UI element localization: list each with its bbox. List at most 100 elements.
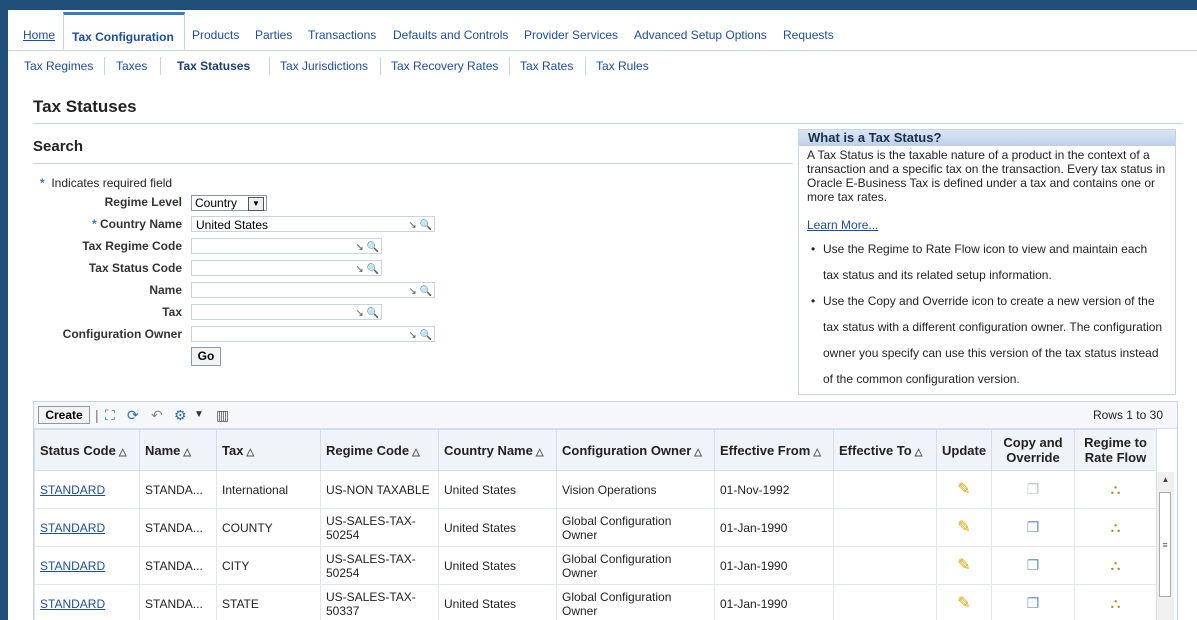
subtab-tax-statuses[interactable]: Tax Statuses bbox=[177, 59, 250, 73]
tab-advanced-setup-options[interactable]: Advanced Setup Options bbox=[634, 14, 767, 50]
pencil-icon[interactable]: ✎ bbox=[957, 595, 970, 612]
col-effective-to[interactable]: Effective To △ bbox=[833, 429, 937, 471]
tab-transactions[interactable]: Transactions bbox=[308, 14, 376, 50]
flow-icon[interactable]: ⛬ bbox=[1111, 519, 1121, 535]
search-icon[interactable]: ↘ 🔍 bbox=[355, 306, 379, 322]
subtab-tax-jurisdictions[interactable]: Tax Jurisdictions bbox=[280, 59, 368, 73]
col-effective-from[interactable]: Effective From △ bbox=[714, 429, 834, 471]
col-status-code[interactable]: Status Code △ bbox=[34, 429, 140, 471]
search-icon[interactable]: ↘ 🔍 bbox=[408, 284, 432, 300]
results-table: Status Code △ Name △ Tax △ Regime Code △ Cou… bbox=[34, 429, 1157, 620]
col-regime-to-rate-flow: Regime to Rate Flow bbox=[1074, 429, 1157, 471]
search-icon[interactable]: ↘ 🔍 bbox=[408, 328, 432, 344]
tax-cell: COUNTY bbox=[216, 508, 321, 547]
learn-more-link[interactable]: Learn More... bbox=[807, 218, 878, 232]
country-cell: United States bbox=[438, 508, 557, 547]
tab-home[interactable]: Home bbox=[23, 14, 55, 50]
tab-tax-configuration[interactable]: Tax Configuration bbox=[63, 12, 185, 50]
subtab-tax-rules[interactable]: Tax Rules bbox=[596, 59, 649, 73]
col-name[interactable]: Name △ bbox=[139, 429, 217, 471]
tab-defaults-and-controls[interactable]: Defaults and Controls bbox=[393, 14, 508, 50]
status-code-link[interactable]: STANDARD bbox=[40, 597, 105, 611]
tab-products[interactable]: Products bbox=[192, 14, 239, 50]
sort-ascending-icon[interactable]: △ bbox=[183, 447, 191, 458]
status-code-link[interactable]: STANDARD bbox=[40, 483, 105, 497]
required-note-text: Indicates required field bbox=[51, 176, 173, 190]
results-table-region: Create | ⛶ ⟳ ↶ ⚙ ▼ ▥ Rows 1 to 30 Status… bbox=[33, 401, 1178, 620]
tab-requests[interactable]: Requests bbox=[783, 14, 834, 50]
sort-ascending-icon[interactable]: △ bbox=[412, 447, 420, 458]
chevron-down-icon[interactable]: ▼ bbox=[248, 197, 264, 211]
col-tax[interactable]: Tax △ bbox=[216, 429, 321, 471]
col-regime-code[interactable]: Regime Code △ bbox=[320, 429, 439, 471]
search-divider bbox=[33, 163, 793, 164]
table-row: STANDARD STANDA... STATE US-SALES-TAX-50… bbox=[34, 584, 1157, 620]
tax-status-code-field[interactable]: ↘ 🔍 bbox=[191, 260, 382, 276]
status-code-link[interactable]: STANDARD bbox=[40, 559, 105, 573]
sort-ascending-icon[interactable]: △ bbox=[536, 447, 544, 458]
subtab-taxes[interactable]: Taxes bbox=[116, 59, 147, 73]
copy-icon[interactable]: ❐ bbox=[1027, 557, 1040, 573]
detach-icon[interactable]: ⛶ bbox=[105, 407, 115, 423]
configuration-owner-label: Configuration Owner bbox=[62, 327, 182, 341]
undo-icon[interactable]: ↶ bbox=[151, 407, 163, 423]
tab-parties[interactable]: Parties bbox=[255, 14, 292, 50]
tax-regime-code-label: Tax Regime Code bbox=[82, 239, 182, 253]
scrollbar-thumb[interactable]: ≡ bbox=[1159, 492, 1171, 597]
effective-from-cell: 01-Jan-1990 bbox=[714, 508, 834, 547]
pencil-icon[interactable]: ✎ bbox=[957, 557, 970, 574]
chevron-down-icon[interactable]: ▼ bbox=[194, 407, 204, 423]
pencil-icon[interactable]: ✎ bbox=[957, 481, 970, 498]
copy-icon[interactable]: ❐ bbox=[1027, 595, 1040, 611]
effective-from-cell: 01-Nov-1992 bbox=[714, 470, 834, 509]
regime-code-cell: US-SALES-TAX-50254 bbox=[320, 546, 439, 585]
create-button[interactable]: Create bbox=[38, 406, 90, 424]
columns-icon[interactable]: ▥ bbox=[216, 407, 229, 423]
tax-field[interactable]: ↘ 🔍 bbox=[191, 304, 382, 320]
go-button[interactable]: Go bbox=[191, 347, 221, 366]
copy-icon: ❐ bbox=[1026, 481, 1040, 497]
col-configuration-owner[interactable]: Configuration Owner △ bbox=[556, 429, 715, 471]
page-title: Tax Statuses bbox=[33, 97, 137, 116]
regime-level-select[interactable]: Country ▼ bbox=[191, 195, 267, 211]
gear-icon[interactable]: ⚙ bbox=[174, 407, 187, 423]
search-icon[interactable]: ↘ 🔍 bbox=[408, 218, 432, 234]
col-country-name[interactable]: Country Name △ bbox=[438, 429, 557, 471]
flow-icon[interactable]: ⛬ bbox=[1111, 481, 1121, 497]
subtab-tax-rates[interactable]: Tax Rates bbox=[520, 59, 573, 73]
effective-to-cell bbox=[833, 546, 937, 585]
copy-icon[interactable]: ❐ bbox=[1027, 519, 1040, 535]
name-field[interactable]: ↘ 🔍 bbox=[191, 282, 435, 298]
table-scrollbar[interactable]: ▲ ≡ bbox=[1156, 472, 1174, 620]
scroll-up-icon[interactable]: ▲ bbox=[1157, 472, 1174, 488]
regime-level-label: Regime Level bbox=[104, 195, 182, 209]
subtab-tax-regimes[interactable]: Tax Regimes bbox=[24, 59, 93, 73]
sort-ascending-icon[interactable]: △ bbox=[694, 447, 702, 458]
regime-code-cell: US-SALES-TAX-50337 bbox=[320, 584, 439, 620]
subtab-tax-recovery-rates[interactable]: Tax Recovery Rates bbox=[391, 59, 498, 73]
search-icon[interactable]: ↘ 🔍 bbox=[355, 262, 379, 278]
search-icon[interactable]: ↘ 🔍 bbox=[355, 240, 379, 256]
subtab-divider bbox=[380, 57, 381, 75]
status-code-link[interactable]: STANDARD bbox=[40, 521, 105, 535]
info-box: What is a Tax Status? A Tax Status is th… bbox=[798, 129, 1176, 395]
col-update: Update bbox=[936, 429, 992, 471]
flow-icon[interactable]: ⛬ bbox=[1111, 557, 1121, 573]
sort-ascending-icon[interactable]: △ bbox=[915, 447, 923, 458]
sort-ascending-icon[interactable]: △ bbox=[813, 447, 821, 458]
info-bullet: Use the Regime to Rate Flow icon to view… bbox=[807, 236, 1165, 288]
effective-from-cell: 01-Jan-1990 bbox=[714, 546, 834, 585]
country-name-label-text: Country Name bbox=[99, 217, 182, 231]
country-name-field[interactable]: United States ↘ 🔍 bbox=[191, 216, 435, 232]
flow-icon[interactable]: ⛬ bbox=[1111, 595, 1121, 611]
country-name-label: * Country Name bbox=[92, 217, 182, 231]
tax-regime-code-field[interactable]: ↘ 🔍 bbox=[191, 238, 382, 254]
country-cell: United States bbox=[438, 584, 557, 620]
refresh-icon[interactable]: ⟳ bbox=[127, 407, 139, 423]
sort-ascending-icon[interactable]: △ bbox=[246, 447, 254, 458]
name-cell: STANDA... bbox=[139, 470, 217, 509]
tab-provider-services[interactable]: Provider Services bbox=[524, 14, 618, 50]
configuration-owner-field[interactable]: ↘ 🔍 bbox=[191, 326, 435, 342]
pencil-icon[interactable]: ✎ bbox=[957, 519, 970, 536]
sort-ascending-icon[interactable]: △ bbox=[119, 447, 127, 458]
